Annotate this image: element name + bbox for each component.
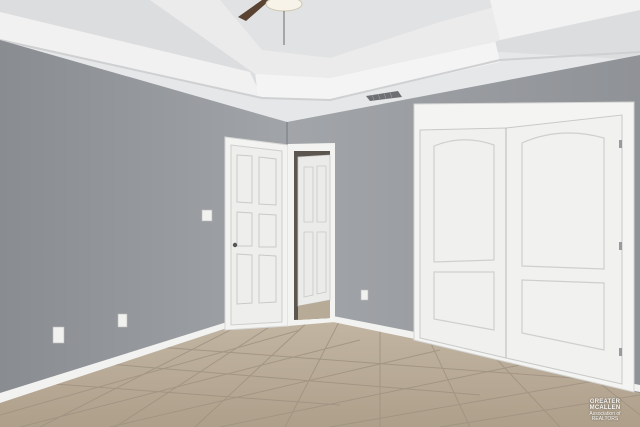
- wall-outlet-middle: [117, 313, 128, 328]
- watermark-line2: Association of REALTORS: [589, 410, 621, 422]
- wall-outlet-left: [52, 326, 65, 344]
- room-illustration: [0, 0, 640, 427]
- open-doorway: [288, 143, 335, 326]
- room-photo: GREATER MCALLEN Association of REALTORS: [0, 0, 640, 427]
- bedroom-door[interactable]: [224, 136, 289, 331]
- watermark-line1: GREATER MCALLEN: [589, 398, 621, 412]
- light-switch[interactable]: [201, 209, 213, 222]
- door-knob[interactable]: [232, 242, 238, 248]
- closet-door-left[interactable]: [419, 127, 507, 359]
- watermark-logo: GREATER MCALLEN Association of REALTORS: [576, 399, 634, 422]
- wall-outlet-back: [360, 289, 369, 301]
